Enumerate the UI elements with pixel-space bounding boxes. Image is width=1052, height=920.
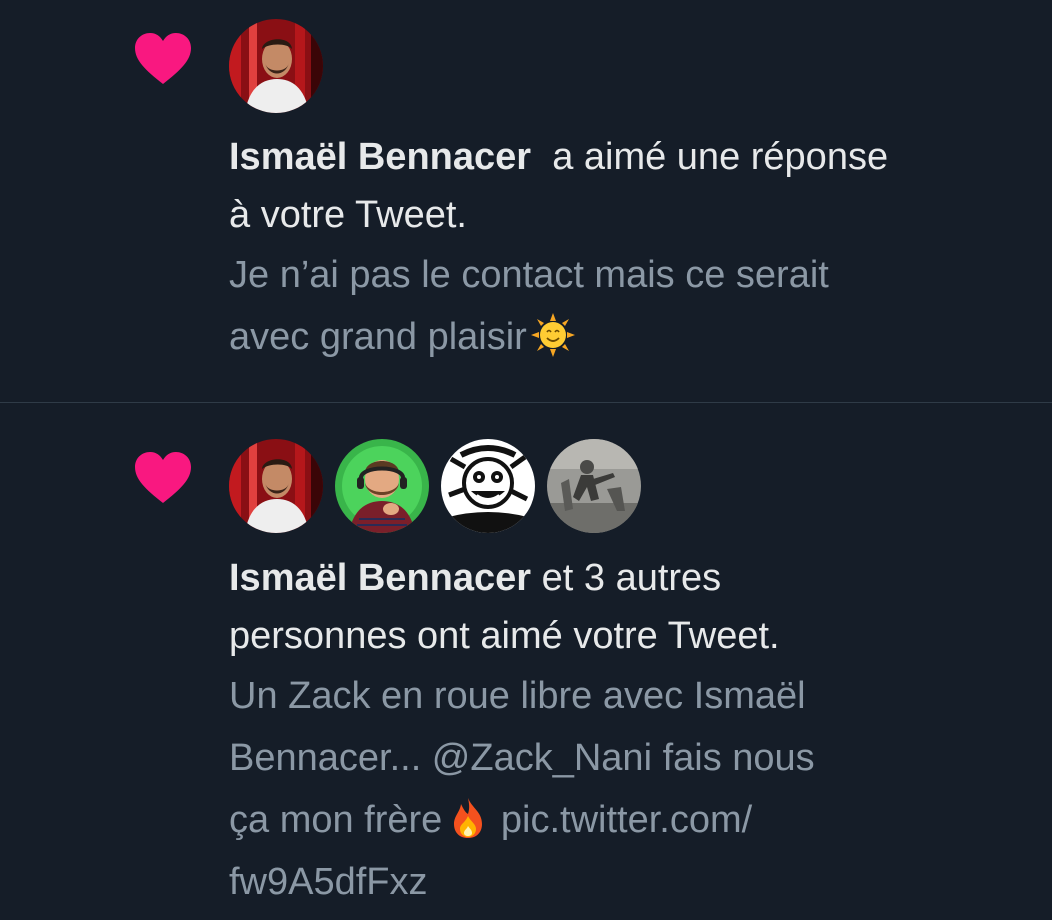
preview-text: ça mon frère: [229, 799, 443, 841]
avatar[interactable]: [547, 439, 641, 533]
notification-text: Ismaël Bennacer a aimé une réponse à vot…: [229, 128, 1029, 368]
preview-text: Je n’ai pas le contact mais ce serait: [229, 254, 829, 296]
user-name-link[interactable]: Ismaël Bennacer: [229, 557, 531, 599]
preview-text: avec grand plaisir: [229, 316, 527, 358]
tweet-preview: Je n’ai pas le contact mais ce serait av…: [229, 244, 1029, 368]
action-text: a aimé une réponse: [552, 136, 889, 178]
avatar[interactable]: [441, 439, 535, 533]
notification-item[interactable]: Ismaël Bennacer et 3 autres personnes on…: [0, 403, 1052, 920]
action-text: et 3 autres: [541, 557, 722, 599]
avatar[interactable]: [335, 439, 429, 533]
tweet-preview: Un Zack en roue libre avec Ismaël Bennac…: [229, 665, 1029, 913]
notification-headline: Ismaël Bennacer a aimé une réponse à vot…: [229, 128, 1029, 244]
avatar[interactable]: [229, 439, 323, 533]
avatar-row: [229, 439, 641, 533]
heart-icon: [133, 32, 193, 86]
heart-icon: [133, 451, 193, 505]
action-text: à votre Tweet.: [229, 194, 467, 236]
avatar-row: [229, 19, 323, 113]
user-name-link[interactable]: Ismaël Bennacer: [229, 136, 531, 178]
notification-headline: Ismaël Bennacer et 3 autres personnes on…: [229, 549, 1029, 665]
tweet-link[interactable]: fw9A5dfFxz: [229, 861, 428, 903]
preview-text: Bennacer... @Zack_Nani fais nous: [229, 737, 815, 779]
preview-text: Un Zack en roue libre avec Ismaël: [229, 675, 806, 717]
fire-emoji: [446, 796, 490, 840]
notification-item[interactable]: Ismaël Bennacer a aimé une réponse à vot…: [0, 0, 1052, 402]
sun-with-face-emoji: [530, 313, 575, 357]
notification-text: Ismaël Bennacer et 3 autres personnes on…: [229, 549, 1029, 913]
tweet-link[interactable]: pic.twitter.com/: [501, 799, 752, 841]
avatar[interactable]: [229, 19, 323, 113]
action-text: personnes ont aimé votre Tweet.: [229, 615, 780, 657]
